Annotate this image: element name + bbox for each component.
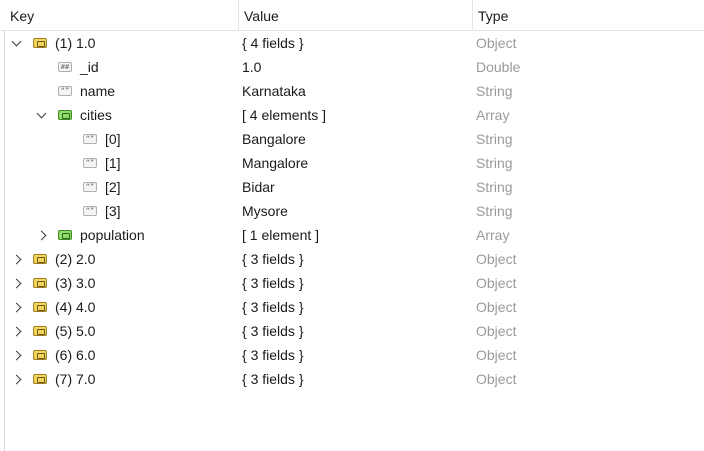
tree-row[interactable]: (5) 5.0 { 3 fields } Object — [0, 319, 704, 343]
column-header: Key Value Type — [0, 0, 704, 31]
tree-row[interactable]: cities [ 4 elements ] Array — [0, 103, 704, 127]
row-key: (3) 3.0 — [55, 275, 96, 291]
row-key: (7) 7.0 — [55, 371, 96, 387]
column-divider[interactable] — [472, 0, 473, 30]
array-icon — [58, 110, 72, 120]
object-icon — [33, 326, 47, 336]
row-value: Karnataka — [242, 83, 306, 99]
row-type: Object — [476, 35, 517, 51]
row-type: Object — [476, 251, 517, 267]
row-value: Bangalore — [242, 131, 306, 147]
row-value: { 3 fields } — [242, 347, 304, 363]
row-key: (1) 1.0 — [55, 35, 96, 51]
type-column-header[interactable]: Type — [478, 0, 508, 30]
object-icon — [33, 350, 47, 360]
row-key: (4) 4.0 — [55, 299, 96, 315]
row-key: [2] — [105, 179, 121, 195]
expand-chevron-icon[interactable] — [33, 223, 49, 247]
row-value: { 3 fields } — [242, 275, 304, 291]
row-type: Object — [476, 371, 517, 387]
expand-chevron-icon[interactable] — [8, 271, 24, 295]
value-column-header[interactable]: Value — [244, 0, 279, 30]
string-icon: “” — [83, 134, 97, 144]
tree-row[interactable]: (1) 1.0 { 4 fields } Object — [0, 31, 704, 55]
row-value: { 3 fields } — [242, 299, 304, 315]
document-tree-view: Key Value Type (1) 1.0 { 4 fields } Object… — [0, 0, 704, 451]
row-type: String — [476, 179, 513, 195]
row-value: Bidar — [242, 179, 275, 195]
tree-row[interactable]: “” [2] Bidar String — [0, 175, 704, 199]
expand-chevron-icon[interactable] — [8, 247, 24, 271]
string-icon: “” — [83, 206, 97, 216]
row-type: String — [476, 83, 513, 99]
key-column-header[interactable]: Key — [10, 0, 34, 30]
collapse-chevron-icon[interactable] — [33, 103, 49, 127]
row-type: Object — [476, 275, 517, 291]
tree-row[interactable]: (2) 2.0 { 3 fields } Object — [0, 247, 704, 271]
row-value: Mangalore — [242, 155, 309, 171]
string-icon: “” — [58, 86, 72, 96]
row-key: (6) 6.0 — [55, 347, 96, 363]
row-key: (2) 2.0 — [55, 251, 96, 267]
object-icon — [33, 302, 47, 312]
row-key: [0] — [105, 131, 121, 147]
tree-row[interactable]: (6) 6.0 { 3 fields } Object — [0, 343, 704, 367]
object-icon — [33, 278, 47, 288]
row-type: Object — [476, 323, 517, 339]
column-divider[interactable] — [238, 0, 239, 30]
tree-row[interactable]: (7) 7.0 { 3 fields } Object — [0, 367, 704, 391]
row-value: { 3 fields } — [242, 251, 304, 267]
row-value: [ 4 elements ] — [242, 107, 327, 123]
expand-chevron-icon[interactable] — [8, 319, 24, 343]
row-type: Array — [476, 107, 510, 123]
expand-chevron-icon[interactable] — [8, 367, 24, 391]
row-type: Object — [476, 347, 517, 363]
row-type: String — [476, 131, 513, 147]
tree-row[interactable]: population [ 1 element ] Array — [0, 223, 704, 247]
row-value: Mysore — [242, 203, 288, 219]
row-type: String — [476, 155, 513, 171]
row-key: population — [80, 227, 145, 243]
row-key: (5) 5.0 — [55, 323, 96, 339]
row-type: Double — [476, 59, 521, 75]
tree-row[interactable]: ## _id 1.0 Double — [0, 55, 704, 79]
row-key: [1] — [105, 155, 121, 171]
row-key: name — [80, 83, 116, 99]
row-value: { 3 fields } — [242, 371, 304, 387]
tree-row[interactable]: “” [1] Mangalore String — [0, 151, 704, 175]
string-icon: “” — [83, 182, 97, 192]
array-icon — [58, 230, 72, 240]
row-value: [ 1 element ] — [242, 227, 320, 243]
tree-row[interactable]: (4) 4.0 { 3 fields } Object — [0, 295, 704, 319]
tree-row[interactable]: “” [0] Bangalore String — [0, 127, 704, 151]
row-type: Array — [476, 227, 510, 243]
string-icon: “” — [83, 158, 97, 168]
tree-row[interactable]: “” [3] Mysore String — [0, 199, 704, 223]
tree-row[interactable]: (3) 3.0 { 3 fields } Object — [0, 271, 704, 295]
collapse-chevron-icon[interactable] — [8, 31, 24, 55]
row-key: _id — [80, 59, 99, 75]
row-key: [3] — [105, 203, 121, 219]
row-value: 1.0 — [242, 59, 262, 75]
expand-chevron-icon[interactable] — [8, 295, 24, 319]
row-key: cities — [80, 107, 112, 123]
expand-chevron-icon[interactable] — [8, 343, 24, 367]
row-type: String — [476, 203, 513, 219]
tree-row[interactable]: “” name Karnataka String — [0, 79, 704, 103]
row-value: { 3 fields } — [242, 323, 304, 339]
row-value: { 4 fields } — [242, 35, 304, 51]
object-icon — [33, 254, 47, 264]
number-icon: ## — [58, 62, 72, 72]
row-type: Object — [476, 299, 517, 315]
object-icon — [33, 374, 47, 384]
object-icon — [33, 38, 47, 48]
